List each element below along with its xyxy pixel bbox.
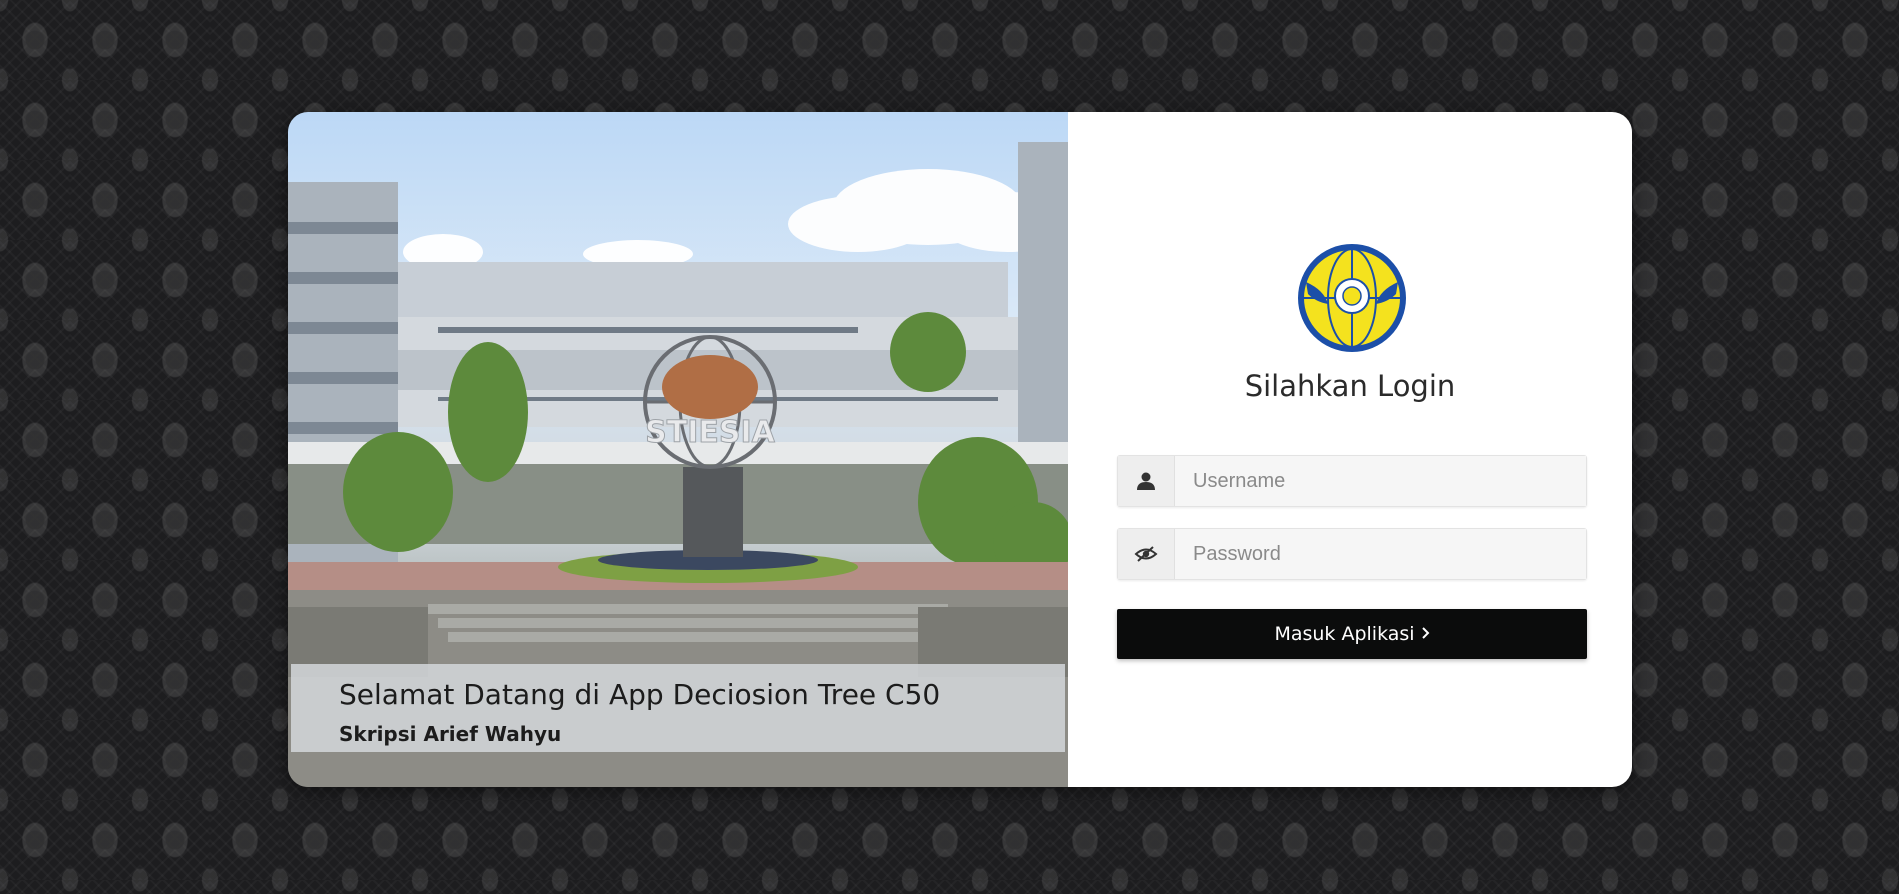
username-field [1117, 455, 1587, 507]
eye-slash-icon[interactable] [1118, 529, 1175, 579]
login-panel: Silahkan Login Masuk Aplikasi [1068, 112, 1632, 787]
login-button-label: Masuk Aplikasi [1274, 623, 1415, 645]
welcome-caption: Selamat Datang di App Deciosion Tree C50… [291, 664, 1065, 752]
username-input[interactable] [1175, 456, 1586, 506]
institution-logo [1298, 244, 1406, 352]
password-input[interactable] [1175, 529, 1586, 579]
chevron-right-icon [1421, 623, 1430, 645]
user-icon [1118, 456, 1175, 506]
campus-photo: STIESIA Selamat Datang di App Deciosion … [288, 112, 1068, 787]
stiesia-sign: STIESIA [645, 415, 775, 450]
password-field [1117, 528, 1587, 580]
login-heading: Silahkan Login [1244, 369, 1456, 403]
login-card: STIESIA Selamat Datang di App Deciosion … [288, 112, 1632, 787]
login-button[interactable]: Masuk Aplikasi [1117, 609, 1587, 659]
welcome-subtitle: Skripsi Arief Wahyu [339, 722, 562, 746]
welcome-title: Selamat Datang di App Deciosion Tree C50 [339, 678, 941, 711]
